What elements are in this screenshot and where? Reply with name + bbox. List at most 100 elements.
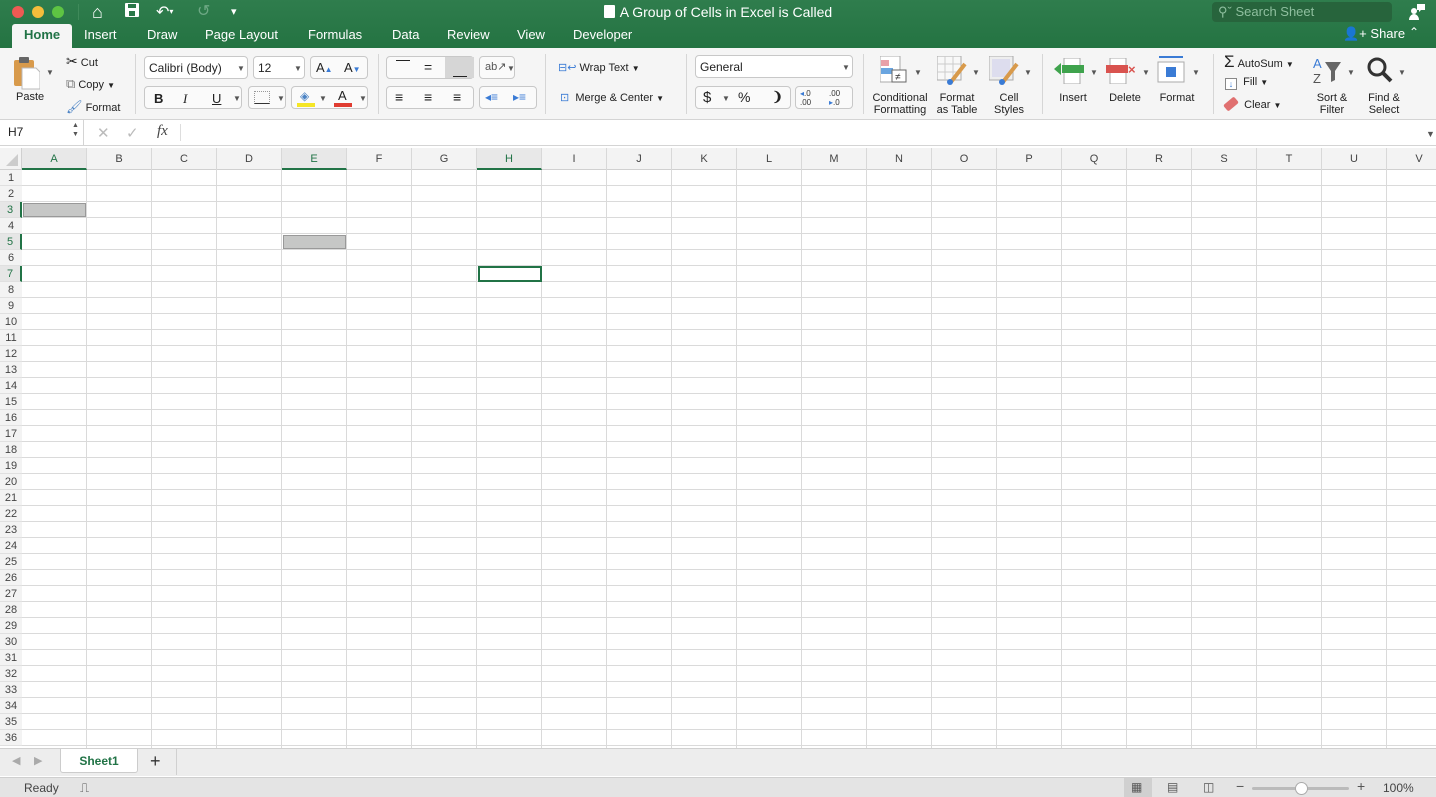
sheet-tab-sheet1[interactable]: Sheet1 xyxy=(60,749,138,773)
chevron-down-icon[interactable]: ▼ xyxy=(1090,68,1098,77)
underline-dropdown-icon[interactable]: ▼ xyxy=(233,94,241,103)
fill-color-button[interactable]: ◈ xyxy=(297,89,315,107)
conditional-formatting-icon[interactable]: ≠ xyxy=(879,55,910,89)
spreadsheet-grid[interactable]: ABCDEFGHIJKLMNOPQRSTUV 1 2 3 4 5 6 7 8 9 10 11 12 13… xyxy=(0,148,1436,748)
column-header-n[interactable]: N xyxy=(867,148,932,170)
name-box[interactable]: H7 ▲ ▼ xyxy=(0,120,84,145)
page-layout-view-button[interactable]: ▤ xyxy=(1167,780,1178,794)
feedback-icon[interactable] xyxy=(1408,3,1426,25)
row-header-3[interactable]: 3 xyxy=(0,202,22,218)
column-header-u[interactable]: U xyxy=(1322,148,1387,170)
format-cells-icon[interactable] xyxy=(1157,54,1187,89)
tab-insert[interactable]: Insert xyxy=(72,24,129,48)
increase-decimal-button[interactable]: ◂.0.00 xyxy=(800,89,811,107)
cell-styles-icon[interactable] xyxy=(988,55,1021,91)
column-header-c[interactable]: C xyxy=(152,148,217,170)
align-center-button[interactable]: ≡ xyxy=(424,89,432,105)
row-header-18[interactable]: 18 xyxy=(0,442,22,458)
find-select-icon[interactable] xyxy=(1366,56,1396,91)
sort-filter-icon[interactable]: AZ xyxy=(1313,56,1345,91)
zoom-slider[interactable] xyxy=(1252,782,1349,795)
sort-filter-label[interactable]: Sort & Filter xyxy=(1312,92,1352,116)
zoom-slider-thumb[interactable] xyxy=(1294,782,1308,795)
insert-function-button[interactable]: fx xyxy=(157,123,168,140)
tab-data[interactable]: Data xyxy=(380,24,431,48)
orientation-button[interactable]: ab↗ ▼ xyxy=(479,56,515,79)
column-header-m[interactable]: M xyxy=(802,148,867,170)
column-header-s[interactable]: S xyxy=(1192,148,1257,170)
conditional-formatting-label[interactable]: Conditional Formatting xyxy=(870,92,930,116)
active-cell-h7[interactable] xyxy=(478,266,542,282)
column-header-o[interactable]: O xyxy=(932,148,997,170)
row-header-31[interactable]: 31 xyxy=(0,650,22,666)
page-break-view-button[interactable]: ◫ xyxy=(1203,780,1214,794)
row-header-32[interactable]: 32 xyxy=(0,666,22,682)
wrap-text-button[interactable]: ⊟↩ Wrap Text ▼ xyxy=(558,61,640,74)
row-header-30[interactable]: 30 xyxy=(0,634,22,650)
row-header-15[interactable]: 15 xyxy=(0,394,22,410)
insert-cells-label[interactable]: Insert xyxy=(1055,92,1091,104)
tab-home[interactable]: Home xyxy=(12,24,73,48)
decrease-font-size-button[interactable]: A▼ xyxy=(344,60,361,75)
percent-button[interactable]: % xyxy=(738,89,750,105)
font-size-select[interactable]: 12 ▼ xyxy=(253,56,305,79)
column-header-q[interactable]: Q xyxy=(1062,148,1127,170)
column-header-h[interactable]: H xyxy=(477,148,542,170)
font-name-select[interactable]: Calibri (Body) ▼ xyxy=(144,56,248,79)
format-as-table-icon[interactable] xyxy=(936,55,969,91)
chevron-down-icon[interactable]: ▼ xyxy=(1142,68,1150,77)
column-header-t[interactable]: T xyxy=(1257,148,1322,170)
cut-button[interactable]: ✂ Cut xyxy=(66,53,98,70)
align-middle-button[interactable]: = xyxy=(424,59,432,75)
borders-button[interactable]: ▼ xyxy=(248,86,286,109)
zoom-in-button[interactable]: + xyxy=(1357,778,1365,794)
clear-button[interactable]: Clear ▼ xyxy=(1223,96,1281,112)
italic-button[interactable]: I xyxy=(183,91,187,107)
autosum-button[interactable]: Σ AutoSum ▼ xyxy=(1224,52,1294,72)
delete-cells-label[interactable]: Delete xyxy=(1106,92,1144,104)
macro-recording-icon[interactable]: ⎍ xyxy=(80,780,89,796)
row-header-27[interactable]: 27 xyxy=(0,586,22,602)
copy-dropdown-icon[interactable]: ▼ xyxy=(107,81,115,90)
align-bottom-button[interactable]: ⎽ xyxy=(445,57,474,78)
number-format-select[interactable]: General ▼ xyxy=(695,55,853,78)
select-all-button[interactable] xyxy=(0,148,22,170)
copy-button[interactable]: ⧉ Copy ▼ xyxy=(66,76,115,92)
zoom-level[interactable]: 100% xyxy=(1383,781,1414,795)
collapse-ribbon-icon[interactable]: ⌃ xyxy=(1409,25,1419,39)
align-top-button[interactable]: ⎺ xyxy=(396,58,410,75)
column-header-g[interactable]: G xyxy=(412,148,477,170)
share-button[interactable]: 👤+ Share xyxy=(1343,26,1405,42)
chevron-down-icon[interactable]: ▼ xyxy=(1347,68,1355,77)
column-header-a[interactable]: A xyxy=(22,148,87,170)
row-header-23[interactable]: 23 xyxy=(0,522,22,538)
chevron-down-icon[interactable]: ▼ xyxy=(972,68,980,77)
chevron-down-icon[interactable]: ▼ xyxy=(1192,68,1200,77)
paste-button[interactable] xyxy=(12,56,41,95)
row-header-22[interactable]: 22 xyxy=(0,506,22,522)
row-header-12[interactable]: 12 xyxy=(0,346,22,362)
row-header-14[interactable]: 14 xyxy=(0,378,22,394)
next-sheet-icon[interactable]: ▶ xyxy=(34,754,42,767)
chevron-down-icon[interactable]: ▼ xyxy=(1024,68,1032,77)
row-header-6[interactable]: 6 xyxy=(0,250,22,266)
normal-view-button[interactable]: ▦ xyxy=(1124,778,1152,797)
align-left-button[interactable]: ≡ xyxy=(395,89,403,105)
search-sheet-input[interactable]: ⚲ˇ Search Sheet xyxy=(1212,2,1392,22)
row-header-11[interactable]: 11 xyxy=(0,330,22,346)
row-header-28[interactable]: 28 xyxy=(0,602,22,618)
row-header-16[interactable]: 16 xyxy=(0,410,22,426)
format-as-table-label[interactable]: Format as Table xyxy=(932,92,982,116)
column-header-e[interactable]: E xyxy=(282,148,347,170)
column-header-k[interactable]: K xyxy=(672,148,737,170)
column-header-b[interactable]: B xyxy=(87,148,152,170)
name-box-stepper-icon[interactable]: ▲ ▼ xyxy=(72,121,79,139)
paste-dropdown-icon[interactable]: ▼ xyxy=(46,68,54,77)
font-color-dropdown-icon[interactable]: ▼ xyxy=(359,94,367,103)
tab-page-layout[interactable]: Page Layout xyxy=(193,24,290,48)
row-header-4[interactable]: 4 xyxy=(0,218,22,234)
formula-input[interactable] xyxy=(184,120,1414,145)
row-header-25[interactable]: 25 xyxy=(0,554,22,570)
column-header-l[interactable]: L xyxy=(737,148,802,170)
row-header-5[interactable]: 5 xyxy=(0,234,22,250)
